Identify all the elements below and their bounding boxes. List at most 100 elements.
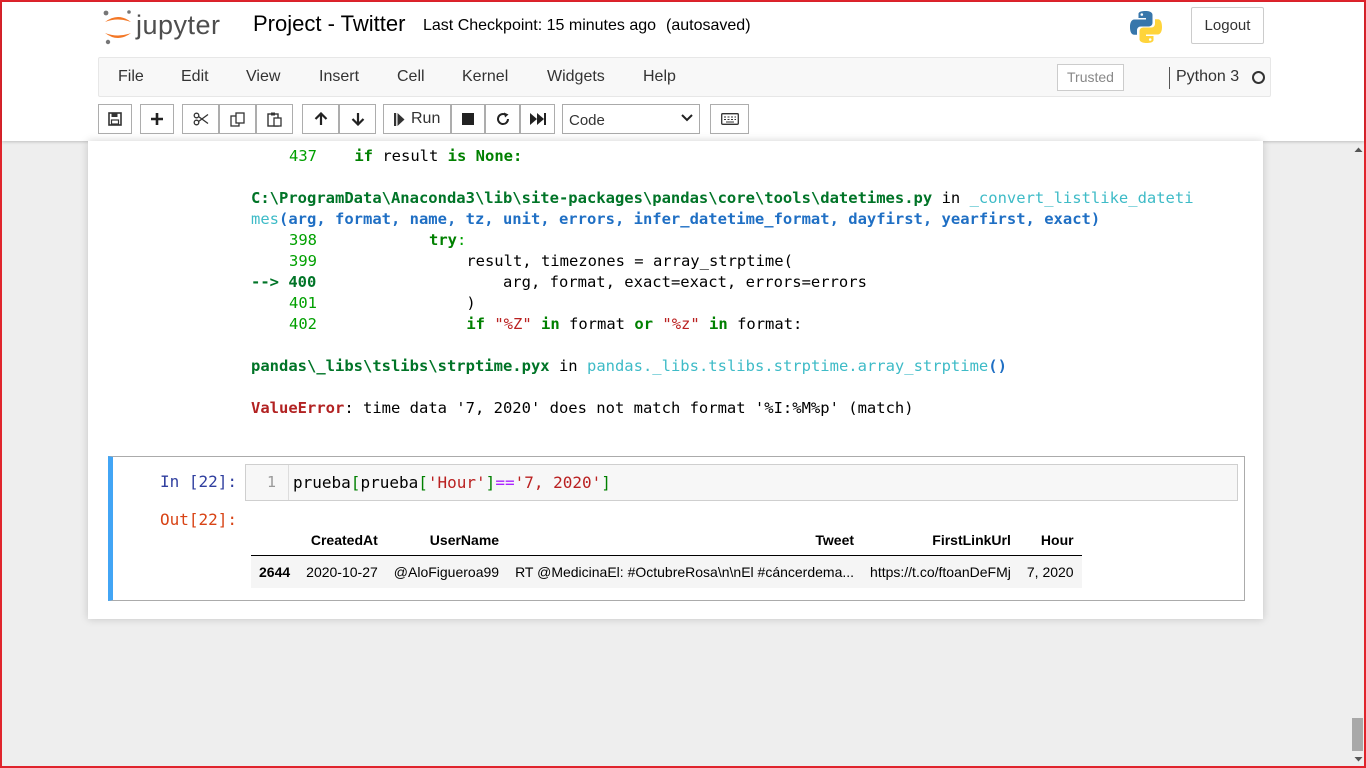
stop-icon [462,113,474,125]
notebook-header: jupyter Project - Twitter Last Checkpoin… [2,2,1364,141]
keyword: try [428,231,457,249]
string-literal: "%z" [662,315,700,333]
menu-help[interactable]: Help [643,68,676,86]
column-header: Tweet [507,526,863,556]
logout-button[interactable]: Logout [1191,7,1264,44]
code-text: in [558,357,578,375]
traceback-file-strptime: pandas\_libs\tslibs\strptime.pyx in pand… [251,357,1007,375]
jupyter-logo[interactable]: jupyter [102,8,237,46]
keyboard-icon [720,113,739,125]
function-args: (arg, format, name, tz, unit, errors, in… [279,210,1101,228]
scroll-up-arrow-icon[interactable] [1351,142,1366,157]
traceback-line-399: 399 result, timezones = array_strptime( [289,252,793,270]
keyword: in [709,315,728,333]
function-name: pandas._libs.tslibs.strptime.array_strpt… [586,357,989,375]
command-palette-button[interactable] [710,104,749,134]
save-icon [108,112,122,126]
code-text: ) [466,294,476,312]
insert-cell-button[interactable] [140,104,174,134]
run-button[interactable]: Run [383,104,451,134]
interrupt-button[interactable] [451,104,485,134]
copy-button[interactable] [219,104,256,134]
kernel-name: Python 3 [1176,68,1240,85]
menu-file[interactable]: File [118,68,144,86]
scroll-down-arrow-icon[interactable] [1351,752,1366,767]
autosave-status: (autosaved) [666,17,751,34]
column-header: FirstLinkUrl [862,526,1019,556]
code-text: : [456,231,467,249]
paste-button[interactable] [256,104,293,134]
traceback-args-line: mes(arg, format, name, tz, unit, errors,… [251,210,1100,228]
run-icon [394,112,405,126]
function-name: _convert_listlike_dateti [969,189,1194,207]
line-number: 401 [289,294,317,312]
chevron-down-icon [681,114,693,122]
code-line: prueba[prueba['Hour']=='7, 2020'] [293,473,611,492]
notebook-title[interactable]: Project - Twitter [253,11,405,37]
menu-kernel[interactable]: Kernel [462,68,508,86]
file-path: pandas\_libs\tslibs\strptime.pyx [251,357,550,375]
bracket: ] [485,473,496,492]
fast-forward-icon [529,113,546,125]
error-message-line: ValueError: time data '7, 2020' does not… [251,399,914,417]
line-number: 399 [289,252,317,270]
jupyter-brand: jupyter [136,10,221,40]
operator: == [495,473,515,492]
code-text: format: [737,315,803,333]
menu-insert[interactable]: Insert [319,68,359,86]
restart-run-all-button[interactable] [520,104,555,134]
traceback-line-437: 437 if result is None: [289,147,522,165]
move-down-button[interactable] [339,104,376,134]
menu-widgets[interactable]: Widgets [547,68,605,86]
input-prompt: In [22]: [160,472,238,491]
cell-type-select[interactable]: Code [562,104,700,134]
function-args: () [988,357,1007,375]
cut-button[interactable] [182,104,219,134]
current-line-marker: --> 400 [251,273,317,291]
table-cell: @AloFigueroa99 [385,555,508,588]
keyword: or [634,315,654,333]
traceback-file-datetimes: C:\ProgramData\Anaconda3\lib\site-packag… [251,189,1194,207]
arrow-up-icon [314,112,327,125]
run-label: Run [411,110,441,127]
table-cell: 2020-10-27 [298,555,386,588]
table-header-row: CreatedAt UserName Tweet FirstLinkUrl Ho… [251,526,1082,556]
file-path: C:\ProgramData\Anaconda3\lib\site-packag… [251,189,933,207]
trusted-indicator[interactable]: Trusted [1057,64,1124,91]
dataframe-output: CreatedAt UserName Tweet FirstLinkUrl Ho… [251,526,1082,588]
paste-icon [267,112,282,127]
code-text: result [373,147,448,165]
arrow-down-icon [351,113,364,126]
table-cell: 7, 2020 [1018,555,1082,588]
menu-cell[interactable]: Cell [397,68,425,86]
error-message: : time data '7, 2020' does not match for… [344,399,914,417]
code-text: format [569,315,626,333]
code-text: prueba [293,473,351,492]
copy-icon [230,111,245,127]
save-button[interactable] [98,104,132,134]
cut-icon [193,112,208,126]
code-text: : [513,147,523,165]
restart-button[interactable] [485,104,520,134]
function-name: mes [251,210,279,228]
scrollbar-thumb[interactable] [1352,718,1363,751]
column-header: CreatedAt [298,526,386,556]
bracket: [ [350,473,361,492]
menu-edit[interactable]: Edit [181,68,209,86]
line-gutter: 1 [246,465,289,500]
plus-icon [151,113,163,125]
kernel-separator [1169,67,1170,89]
code-editor[interactable]: 1 prueba[prueba['Hour']=='7, 2020'] [245,464,1238,501]
line-number: 437 [289,147,317,165]
keyword: if [354,147,373,165]
code-text: prueba [360,473,419,492]
jupyter-logo-icon [103,10,131,45]
menu-view[interactable]: View [246,68,280,86]
move-up-button[interactable] [302,104,339,134]
keyword: None [475,147,513,165]
traceback-line-401: 401 ) [289,294,476,312]
kernel-idle-indicator [1252,71,1265,84]
string-literal: "%Z" [494,315,532,333]
line-number: 1 [266,473,276,491]
row-index: 2644 [251,555,299,588]
